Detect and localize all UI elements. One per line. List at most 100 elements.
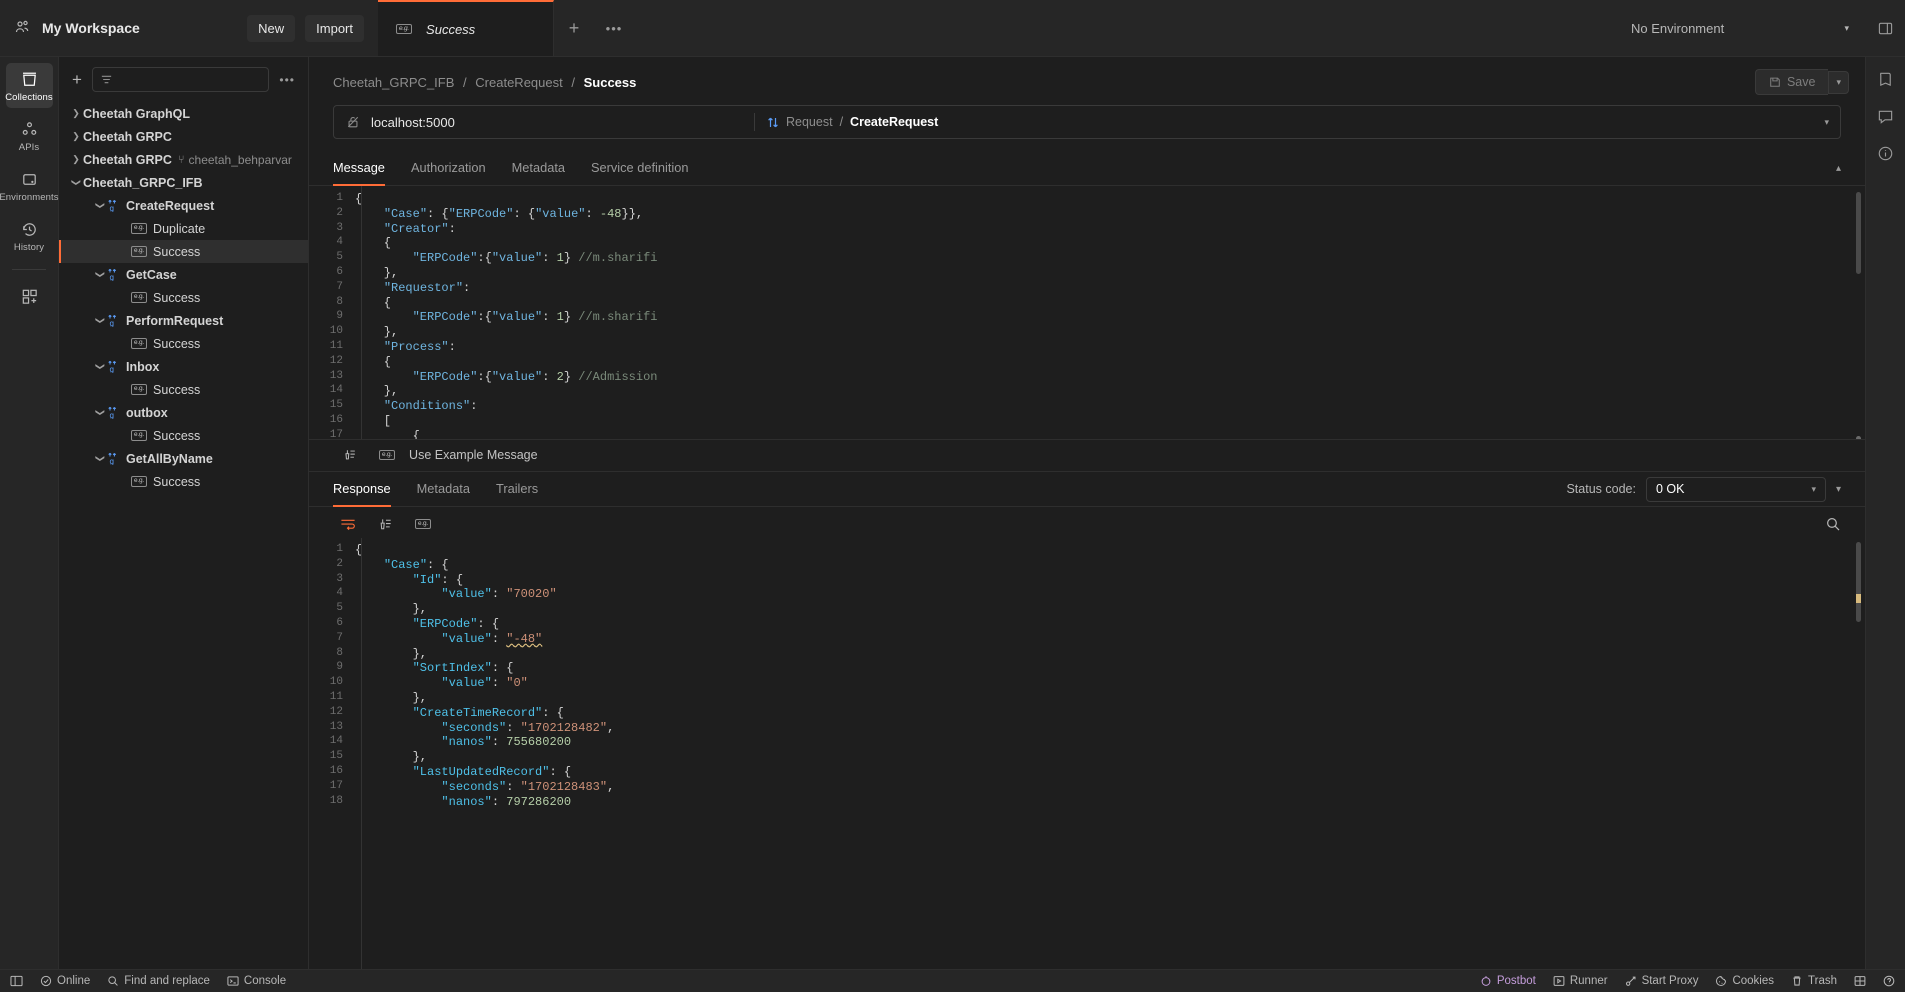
request-tabs: e.g. Success + ••• No Environment ▾ xyxy=(378,0,1905,56)
beautify-button[interactable] xyxy=(343,448,357,462)
breadcrumb-method[interactable]: CreateRequest xyxy=(475,75,562,90)
add-module-button[interactable] xyxy=(6,280,53,311)
filter-input[interactable] xyxy=(91,67,270,92)
url-expand-button[interactable]: ▾ xyxy=(1813,106,1840,138)
code-line: 15 "Conditions": xyxy=(309,399,1865,414)
tree-item-label: Success xyxy=(153,382,201,397)
sidebar-item-environments[interactable]: Environments xyxy=(0,163,59,208)
sidebar-item-collections[interactable]: Collections xyxy=(5,63,53,108)
online-status-button[interactable]: Online xyxy=(40,975,90,987)
find-and-replace-button[interactable]: Find and replace xyxy=(107,975,210,987)
postbot-button[interactable]: Postbot xyxy=(1480,975,1536,987)
breadcrumb-collection[interactable]: Cheetah_GRPC_IFB xyxy=(333,75,454,90)
sidebar-more-button[interactable]: ••• xyxy=(279,73,295,87)
response-scrollbar[interactable] xyxy=(1856,542,1861,622)
tree-item-createrequest[interactable]: ❯ g CreateRequest xyxy=(59,194,308,217)
search-icon[interactable] xyxy=(1825,516,1841,532)
line-number: 10 xyxy=(329,676,343,689)
line-number: 8 xyxy=(336,646,343,659)
example-icon: e.g. xyxy=(131,292,148,303)
tree-item-success[interactable]: e.g. Success xyxy=(59,378,308,401)
runner-button[interactable]: Runner xyxy=(1553,975,1608,987)
tree-item-cheetah-grpc[interactable]: ❯ Cheetah GRPC ⑂ cheetah_behparvar xyxy=(59,148,308,171)
sidebar-item-apis[interactable]: APIs xyxy=(6,113,53,158)
tree-item-success[interactable]: e.g. Success xyxy=(59,286,308,309)
message-editor[interactable]: 1{2 "Case": {"ERPCode": {"value": -48}},… xyxy=(309,186,1865,439)
tree-item-cheetah-graphql[interactable]: ❯ Cheetah GraphQL xyxy=(59,102,308,125)
documentation-icon[interactable] xyxy=(1877,71,1894,88)
tab-response-metadata[interactable]: Metadata xyxy=(417,473,470,507)
top-bar: My Workspace New Import e.g. Success + •… xyxy=(0,0,1905,57)
sidebar-item-history[interactable]: History xyxy=(6,213,53,258)
layout-toggle-button[interactable] xyxy=(1865,0,1905,56)
save-group: Save ▾ xyxy=(1754,69,1849,95)
line-number: 11 xyxy=(329,339,343,352)
tab-response[interactable]: Response xyxy=(333,473,391,507)
start-proxy-label: Start Proxy xyxy=(1641,975,1699,987)
tree-item-performrequest[interactable]: ❯ g PerformRequest xyxy=(59,309,308,332)
tab-message[interactable]: Message xyxy=(333,152,385,186)
tree-item-label: outbox xyxy=(126,405,168,420)
tab-authorization[interactable]: Authorization xyxy=(411,152,486,186)
tree-item-success[interactable]: e.g. Success xyxy=(59,470,308,493)
response-toolbar: e.g. xyxy=(309,507,1865,538)
cookies-button[interactable]: Cookies xyxy=(1715,975,1774,987)
tree-item-success[interactable]: e.g. Success xyxy=(59,240,308,263)
grpc-method-icon: g xyxy=(107,268,120,281)
tree-item-outbox[interactable]: ❯ g outbox xyxy=(59,401,308,424)
expand-button[interactable] xyxy=(1854,975,1866,987)
status-code-select[interactable]: 0 OK ▾ xyxy=(1645,476,1826,502)
new-button[interactable]: New xyxy=(247,14,296,42)
new-tab-button[interactable]: + xyxy=(554,0,594,56)
message-scrollbar-bottom[interactable] xyxy=(1856,436,1861,439)
code-text: "Process": xyxy=(383,339,456,354)
line-number: 12 xyxy=(329,705,343,718)
info-icon[interactable] xyxy=(1877,145,1894,162)
example-icon: e.g. xyxy=(131,384,148,395)
environment-selector[interactable]: No Environment ▾ xyxy=(1615,0,1865,56)
line-number: 10 xyxy=(329,325,343,338)
message-scrollbar[interactable] xyxy=(1856,192,1861,274)
start-proxy-button[interactable]: Start Proxy xyxy=(1625,975,1699,987)
save-button[interactable]: Save xyxy=(1754,69,1829,95)
tree-item-success[interactable]: e.g. Success xyxy=(59,332,308,355)
response-collapse-button[interactable]: ▾ xyxy=(1836,484,1841,495)
comments-icon[interactable] xyxy=(1877,108,1894,125)
tree-item-cheetah-grpc[interactable]: ❯ Cheetah GRPC xyxy=(59,125,308,148)
tab-metadata[interactable]: Metadata xyxy=(512,152,565,186)
tab-success[interactable]: e.g. Success xyxy=(378,0,554,56)
tree-item-inbox[interactable]: ❯ g Inbox xyxy=(59,355,308,378)
console-button[interactable]: Console xyxy=(227,975,286,987)
plus-icon[interactable]: + xyxy=(72,71,82,88)
grpc-method-icon: g xyxy=(107,360,120,373)
history-icon xyxy=(20,220,39,239)
sidebar-toggle-icon xyxy=(10,975,23,987)
tree-item-cheetah-grpc-ifb[interactable]: ❯ Cheetah_GRPC_IFB xyxy=(59,171,308,194)
activity-rail: Collections APIs Environments History xyxy=(0,57,59,969)
save-options-button[interactable]: ▾ xyxy=(1828,70,1849,94)
tree-item-duplicate[interactable]: e.g. Duplicate xyxy=(59,217,308,240)
code-line: 5 }, xyxy=(309,602,1865,617)
word-wrap-icon[interactable] xyxy=(340,517,356,532)
tab-trailers[interactable]: Trailers xyxy=(496,473,538,507)
tab-service-definition[interactable]: Service definition xyxy=(591,152,688,186)
tree-item-getcase[interactable]: ❯ g GetCase xyxy=(59,263,308,286)
line-number: 3 xyxy=(336,221,343,234)
use-example-message-button[interactable]: e.g. Use Example Message xyxy=(379,448,538,462)
method-selector[interactable]: Request / CreateRequest xyxy=(755,106,1813,138)
example-icon[interactable]: e.g. xyxy=(415,518,432,530)
help-button[interactable] xyxy=(1883,975,1895,987)
tree-item-getallbyname[interactable]: ❯ g GetAllByName xyxy=(59,447,308,470)
code-line: 4 { xyxy=(309,236,1865,251)
tree-item-success[interactable]: e.g. Success xyxy=(59,424,308,447)
beautify-icon[interactable] xyxy=(378,517,393,532)
response-body[interactable]: 1{2 "Case": {3 "Id": {4 "value": "70020"… xyxy=(309,538,1865,969)
import-button[interactable]: Import xyxy=(305,14,364,42)
trash-button[interactable]: Trash xyxy=(1791,975,1837,987)
chevron-up-icon[interactable]: ▴ xyxy=(1836,163,1841,174)
url-input[interactable]: localhost:5000 xyxy=(334,106,754,138)
method-name: CreateRequest xyxy=(850,115,939,129)
tab-options-button[interactable]: ••• xyxy=(594,0,634,56)
code-text: "CreateTimeRecord": { xyxy=(412,705,564,720)
sidebar-toggle-button[interactable] xyxy=(10,975,23,987)
